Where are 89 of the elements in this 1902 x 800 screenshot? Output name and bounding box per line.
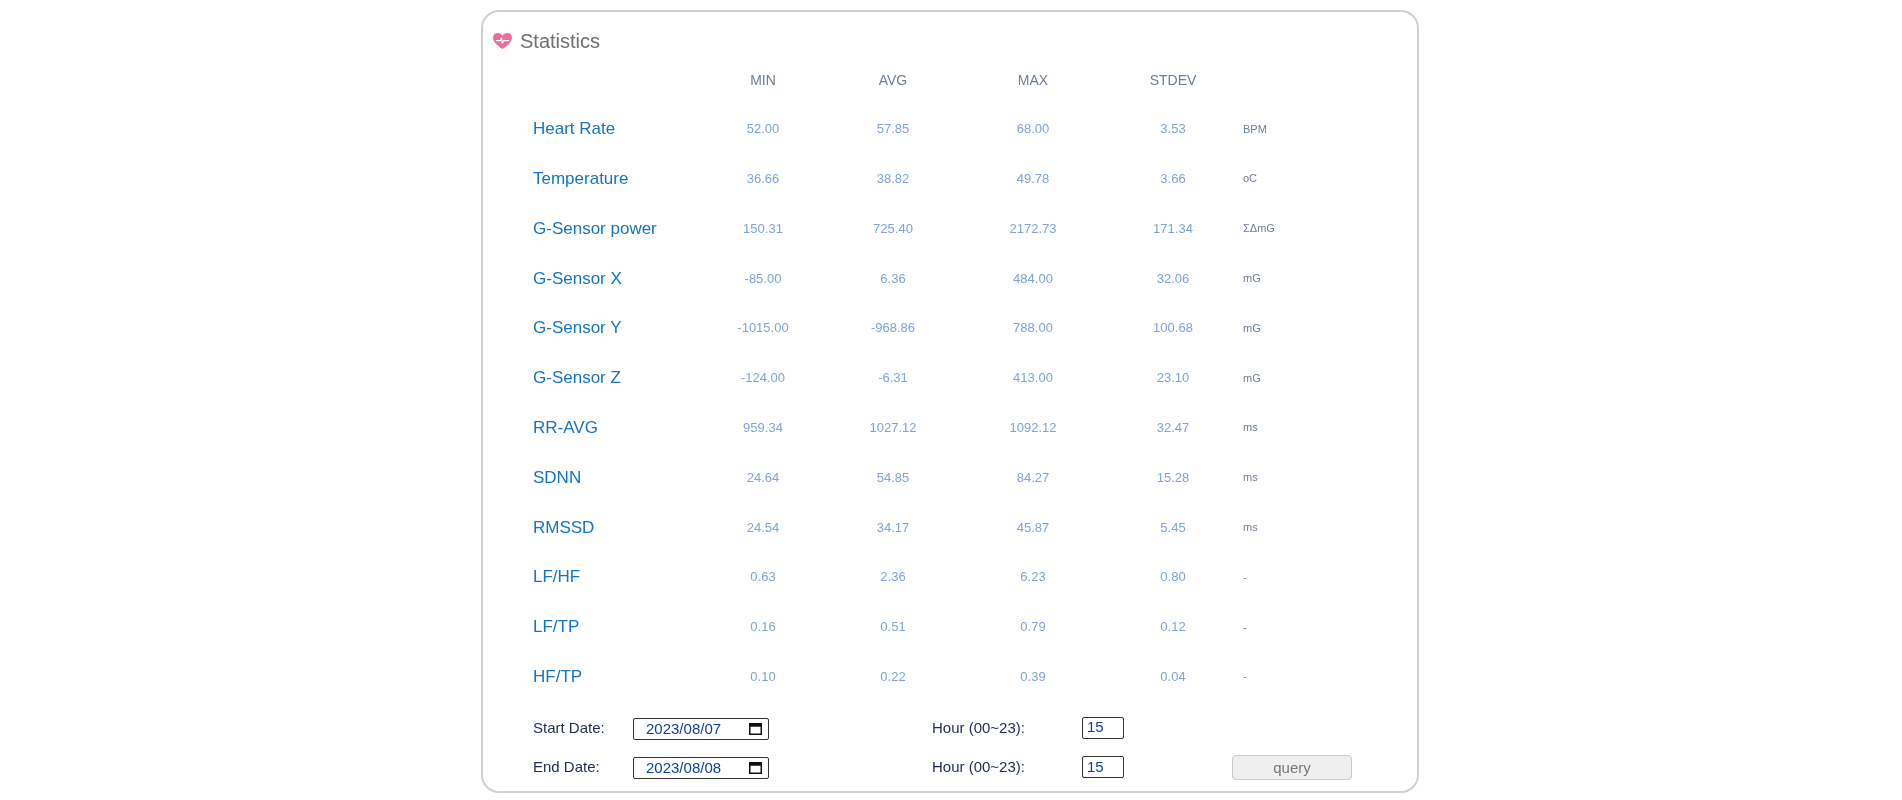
table-cell-text: -968.86 — [870, 319, 916, 338]
table-cell-text: -124.00 — [740, 369, 786, 388]
heart-icon — [493, 32, 512, 50]
row-label: G-Sensor Z — [533, 367, 621, 390]
calendar-icon[interactable] — [749, 721, 762, 735]
table-cell-text: 0.63 — [750, 568, 776, 587]
table-cell-text: 49.78 — [1016, 169, 1050, 188]
unit-label: ms — [1243, 470, 1258, 486]
unit-label: ΣΔmG — [1243, 221, 1275, 237]
table-cell-text: 36.66 — [746, 169, 780, 188]
row-label: RMSSD — [533, 516, 595, 539]
table-cell-text: 54.85 — [876, 468, 910, 487]
table-cell-text: 0.79 — [1020, 618, 1046, 637]
table-cell-text: 0.04 — [1160, 667, 1186, 686]
table-cell-text: 1092.12 — [1009, 418, 1057, 437]
table-cell-text: 725.40 — [873, 219, 913, 238]
row-label: Heart Rate — [533, 118, 616, 141]
table-cell-text: 788.00 — [1013, 319, 1053, 338]
table-cell-text: -85.00 — [744, 269, 782, 288]
table-cell-text: 2.36 — [880, 568, 906, 587]
unit-label: mG — [1243, 370, 1261, 386]
hour-label: Hour (00~23): — [932, 758, 1025, 776]
table-cell-text: 52.00 — [746, 120, 780, 139]
date-label: Start Date: — [533, 718, 605, 736]
table-cell-text: 34.17 — [876, 518, 910, 537]
row-label: G-Sensor X — [533, 267, 622, 290]
column-header: MAX — [1017, 70, 1049, 90]
calendar-icon[interactable] — [749, 761, 762, 775]
row-label: RR-AVG — [533, 416, 598, 439]
row-label: G-Sensor power — [533, 217, 657, 240]
unit-label: mG — [1243, 320, 1261, 336]
table-cell-text: 959.34 — [743, 418, 783, 437]
hour-field[interactable]: 15 — [1082, 716, 1124, 739]
row-label: LF/TP — [533, 616, 580, 639]
table-cell-text: -1015.00 — [737, 319, 789, 338]
table-cell-text: 0.51 — [880, 618, 906, 637]
table-cell-text: 5.45 — [1160, 518, 1186, 537]
hour-label: Hour (00~23): — [932, 718, 1025, 736]
row-label: SDNN — [533, 466, 582, 489]
row-label: HF/TP — [533, 665, 583, 688]
column-header: MIN — [750, 70, 776, 90]
column-header: STDEV — [1149, 70, 1197, 90]
table-cell-text: 24.54 — [746, 518, 780, 537]
unit-label: ms — [1243, 520, 1258, 535]
unit-label: - — [1243, 569, 1247, 585]
table-cell-text: 3.53 — [1160, 120, 1186, 139]
unit-label: BPM — [1243, 121, 1267, 137]
unit-label: - — [1243, 619, 1247, 635]
table-cell-text: -6.31 — [878, 369, 908, 388]
query-button[interactable]: query — [1232, 754, 1352, 780]
row-label: Temperature — [533, 167, 629, 190]
row-label: G-Sensor Y — [533, 317, 622, 340]
table-cell-text: 84.27 — [1016, 468, 1050, 487]
panel-title: Statistics — [520, 29, 601, 54]
table-cell-text: 57.85 — [876, 120, 910, 139]
table-cell-text: 2172.73 — [1009, 219, 1057, 238]
unit-label: mG — [1243, 271, 1261, 287]
table-cell-text: 6.23 — [1020, 568, 1046, 587]
table-cell-text: 68.00 — [1016, 120, 1050, 139]
table-cell-text: 150.31 — [743, 219, 783, 238]
table-cell-text: 24.64 — [746, 468, 780, 487]
table-cell-text: 0.16 — [750, 618, 776, 637]
row-label: LF/HF — [533, 566, 581, 589]
table-cell-text: 32.47 — [1156, 418, 1190, 437]
table-cell-text: 0.12 — [1160, 618, 1186, 637]
table-cell-text: 3.66 — [1160, 169, 1186, 188]
table-cell-text: 0.39 — [1020, 667, 1046, 686]
table-cell-text: 0.10 — [750, 667, 776, 686]
table-cell-text: 484.00 — [1013, 269, 1053, 288]
table-cell-text: 38.82 — [876, 169, 910, 188]
date-field[interactable]: 2023/08/08 — [633, 757, 769, 780]
table-cell-text: 32.06 — [1156, 269, 1190, 288]
column-header: AVG — [878, 70, 908, 90]
table-cell-text: 6.36 — [880, 269, 906, 288]
unit-label: - — [1243, 669, 1247, 685]
table-cell-text: 23.10 — [1156, 369, 1190, 388]
table-cell-text: 0.80 — [1160, 568, 1186, 587]
table-cell-text: 15.28 — [1156, 468, 1190, 487]
table-cell-text: 413.00 — [1013, 369, 1053, 388]
unit-label: ms — [1243, 420, 1258, 436]
table-cell-text: 171.34 — [1153, 219, 1193, 238]
table-cell-text: 0.22 — [880, 667, 906, 686]
date-label: End Date: — [533, 758, 600, 776]
table-cell-text: 100.68 — [1153, 319, 1193, 338]
table-cell-text: 45.87 — [1016, 518, 1050, 537]
unit-label: oC — [1243, 171, 1258, 187]
hour-field[interactable]: 15 — [1082, 756, 1124, 779]
date-field[interactable]: 2023/08/07 — [633, 717, 769, 740]
table-cell-text: 1027.12 — [869, 418, 917, 437]
